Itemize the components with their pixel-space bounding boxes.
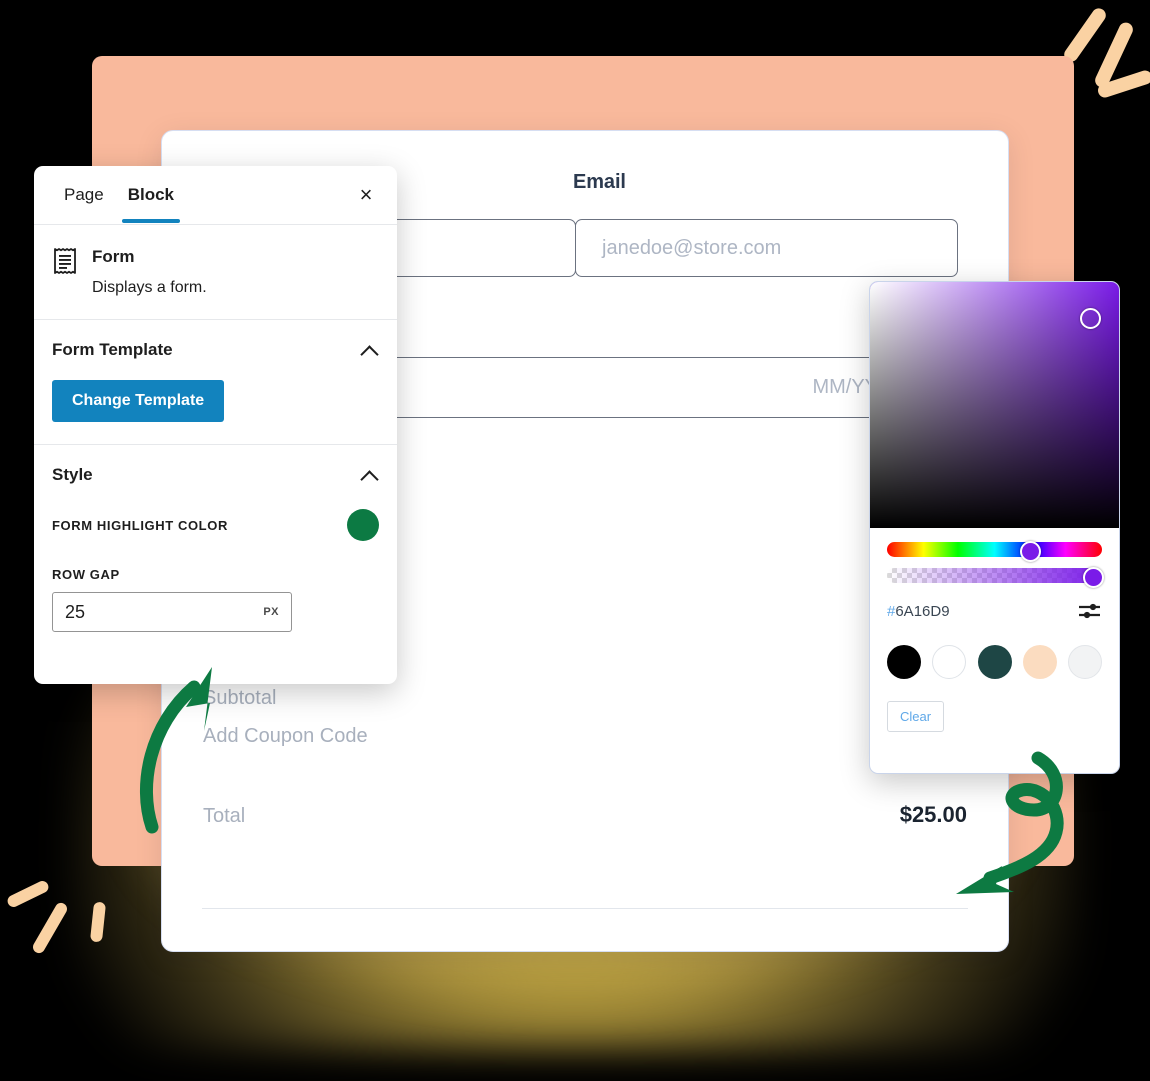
sparkle-stroke	[30, 900, 70, 956]
sparkle-stroke	[1092, 20, 1136, 90]
row-gap-label: ROW GAP	[52, 567, 120, 582]
row-gap-value: 25	[65, 601, 86, 622]
style-section: Style FORM HIGHLIGHT COLOR ROW GAP 25 PX	[34, 445, 397, 654]
subtotal-label: Subtotal	[203, 687, 277, 709]
panel-tab-bar: Page Block ×	[34, 166, 397, 225]
sparkle-stroke	[1061, 5, 1109, 65]
summary-divider	[202, 908, 968, 909]
hue-slider[interactable]	[887, 541, 1102, 562]
style-header[interactable]: Style	[52, 465, 379, 485]
clear-button[interactable]: Clear	[887, 701, 945, 732]
swatch-light-gray[interactable]	[1068, 645, 1102, 679]
form-template-header[interactable]: Form Template	[52, 340, 379, 360]
color-picker-popover: #6A16D9 Clear	[869, 281, 1120, 774]
form-highlight-color-label: FORM HIGHLIGHT COLOR	[52, 517, 228, 533]
hex-value-field[interactable]: #6A16D9	[887, 603, 950, 620]
row-gap-unit: PX	[263, 606, 279, 618]
style-title: Style	[52, 465, 93, 484]
alpha-slider-handle[interactable]	[1082, 567, 1104, 588]
hue-slider-handle[interactable]	[1020, 541, 1042, 562]
total-label: Total	[203, 805, 246, 827]
coupon-label[interactable]: Add Coupon Code	[203, 725, 368, 748]
email-field-label: Email	[573, 171, 626, 193]
chevron-up-icon[interactable]	[361, 345, 379, 355]
swatch-white[interactable]	[932, 645, 967, 679]
saturation-handle[interactable]	[1080, 308, 1101, 329]
sparkle-stroke	[5, 878, 51, 910]
chevron-up-icon[interactable]	[361, 470, 379, 480]
form-template-title: Form Template	[52, 340, 173, 359]
sparkle-stroke	[1096, 68, 1150, 100]
block-description: Displays a form.	[92, 279, 207, 296]
sparkle-stroke	[89, 901, 107, 943]
hex-value-row: #6A16D9	[887, 601, 1102, 621]
total-value: $25.00	[899, 802, 967, 827]
preset-swatches	[887, 645, 1102, 679]
saturation-value-area[interactable]	[870, 282, 1119, 528]
screenshot-stage: Email janedoe@store.com MM/YY payment Su…	[0, 0, 1150, 1081]
email-placeholder: janedoe@store.com	[602, 236, 782, 259]
block-title: Form	[92, 247, 135, 266]
swatch-dark-teal[interactable]	[977, 645, 1012, 679]
tab-block[interactable]: Block	[116, 167, 186, 223]
tab-page[interactable]: Page	[52, 167, 116, 223]
form-block-icon	[52, 247, 78, 275]
change-template-button[interactable]: Change Template	[52, 380, 225, 422]
swatch-black[interactable]	[887, 645, 921, 679]
form-highlight-color-swatch[interactable]	[347, 509, 379, 541]
hex-digits: 6A16D9	[895, 602, 950, 620]
sliders-icon[interactable]	[1078, 601, 1102, 621]
block-info-section: Form Displays a form.	[34, 225, 397, 320]
block-settings-panel: Page Block × Form Displays a form. Form …	[34, 166, 397, 684]
row-gap-input[interactable]: 25 PX	[52, 592, 292, 632]
email-field[interactable]: janedoe@store.com	[575, 219, 958, 277]
alpha-slider[interactable]	[887, 567, 1104, 588]
form-highlight-color-row: FORM HIGHLIGHT COLOR	[52, 509, 379, 541]
swatch-peach[interactable]	[1022, 645, 1057, 679]
form-template-section: Form Template Change Template	[34, 320, 397, 445]
close-icon[interactable]: ×	[353, 182, 379, 208]
